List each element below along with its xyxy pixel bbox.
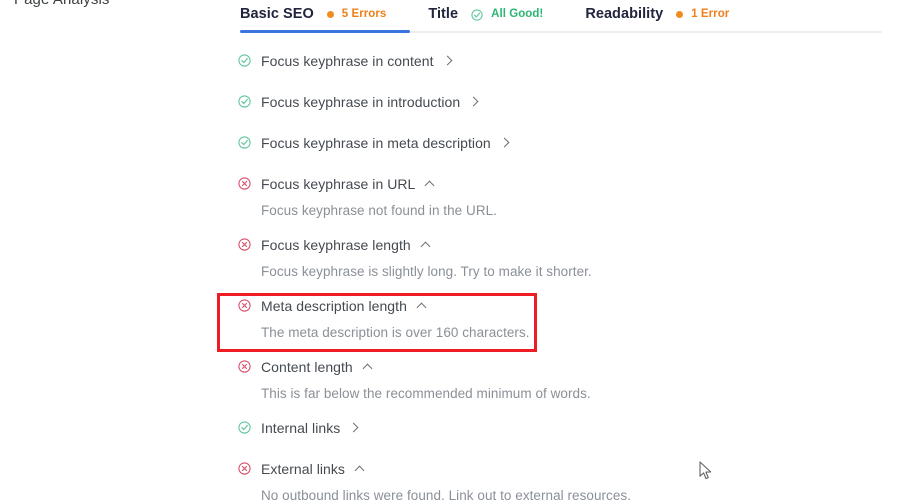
list-item-title: Focus keyphrase in meta description	[261, 134, 491, 151]
tab-basic-seo[interactable]: Basic SEO 5 Errors	[240, 0, 386, 28]
list-item-detail: No outbound links were found. Link out t…	[261, 488, 632, 503]
list-item-header[interactable]: Meta description length	[238, 292, 798, 319]
list-item-detail: The meta description is over 160 charact…	[261, 325, 530, 340]
tab-title-status-label: All Good!	[491, 8, 544, 20]
list-item-header[interactable]: Focus keyphrase in meta description	[238, 129, 798, 156]
list-item-detail: Focus keyphrase not found in the URL.	[261, 203, 497, 218]
list-item-header[interactable]: Focus keyphrase length	[238, 231, 798, 258]
list-item-header[interactable]: External links	[238, 455, 798, 482]
orange-dot-icon	[676, 10, 684, 18]
chevron-right-icon[interactable]	[442, 55, 454, 66]
list-item-title: External links	[261, 460, 345, 477]
list-item[interactable]: Focus keyphrase in meta description	[238, 129, 798, 156]
green-check-circle-icon	[471, 8, 483, 21]
list-item-title: Content length	[261, 358, 353, 375]
list-item-header[interactable]: Focus keyphrase in URL	[238, 170, 798, 197]
list-item[interactable]: Focus keyphrase in URL Focus keyphrase n…	[238, 170, 798, 218]
red-x-circle-icon	[238, 360, 251, 373]
chevron-right-icon[interactable]	[348, 422, 360, 433]
list-item[interactable]: Content length This is far below the rec…	[238, 353, 798, 401]
list-item-title: Internal links	[261, 419, 341, 436]
list-item-title: Meta description length	[261, 297, 407, 314]
list-item-title: Focus keyphrase in URL	[261, 175, 416, 192]
tab-title-status: All Good!	[471, 8, 544, 21]
tab-readability[interactable]: Readability 1 Error	[585, 0, 729, 28]
tab-active-indicator	[240, 30, 410, 33]
list-item-header[interactable]: Internal links	[238, 414, 798, 441]
tab-title-label: Title	[428, 6, 459, 22]
list-item-meta-description-length[interactable]: Meta description length The meta descrip…	[238, 292, 798, 340]
tab-basic-seo-status: 5 Errors	[326, 8, 387, 20]
seo-check-list: Focus keyphrase in content Focus keyphra…	[238, 47, 798, 503]
list-item-title: Focus keyphrase in content	[261, 52, 434, 69]
red-x-circle-icon	[238, 177, 251, 190]
tab-bar: Basic SEO 5 Errors Title All Good! Reada…	[240, 0, 885, 33]
list-item-title: Focus keyphrase length	[261, 236, 411, 253]
chevron-up-icon[interactable]	[354, 463, 365, 476]
list-item[interactable]: Focus keyphrase in introduction	[238, 88, 798, 115]
tab-title[interactable]: Title All Good!	[428, 0, 543, 28]
list-item-title: Focus keyphrase in introduction	[261, 93, 461, 110]
chevron-up-icon[interactable]	[416, 300, 427, 313]
page-analysis-panel: Page Analysis Basic SEO 5 Errors Title	[0, 0, 900, 503]
chevron-right-icon[interactable]	[468, 96, 480, 107]
red-x-circle-icon	[238, 299, 251, 312]
tab-basic-seo-status-label: 5 Errors	[341, 8, 387, 20]
chevron-up-icon[interactable]	[362, 361, 373, 374]
green-check-circle-icon	[238, 421, 251, 434]
list-item[interactable]: Focus keyphrase in content	[238, 47, 798, 74]
tab-readability-status-label: 1 Error	[691, 8, 730, 20]
green-check-circle-icon	[238, 95, 251, 108]
list-item-detail: Focus keyphrase is slightly long. Try to…	[261, 264, 592, 279]
green-check-circle-icon	[238, 136, 251, 149]
tab-basic-seo-label: Basic SEO	[240, 6, 314, 22]
tab-readability-label: Readability	[585, 6, 664, 22]
red-x-circle-icon	[238, 462, 251, 475]
chevron-right-icon[interactable]	[499, 137, 511, 148]
orange-dot-icon	[326, 10, 334, 18]
list-item-header[interactable]: Focus keyphrase in introduction	[238, 88, 798, 115]
green-check-circle-icon	[238, 54, 251, 67]
chevron-up-icon[interactable]	[424, 178, 435, 191]
page-title: Page Analysis	[14, 0, 110, 8]
chevron-up-icon[interactable]	[420, 239, 431, 252]
list-item-detail: This is far below the recommended minimu…	[261, 386, 591, 401]
list-item-header[interactable]: Content length	[238, 353, 798, 380]
red-x-circle-icon	[238, 238, 251, 251]
list-item[interactable]: Internal links	[238, 414, 798, 441]
list-item[interactable]: Focus keyphrase length Focus keyphrase i…	[238, 231, 798, 279]
tab-readability-status: 1 Error	[676, 8, 729, 20]
list-item-header[interactable]: Focus keyphrase in content	[238, 47, 798, 74]
list-item[interactable]: External links No outbound links were fo…	[238, 455, 798, 503]
